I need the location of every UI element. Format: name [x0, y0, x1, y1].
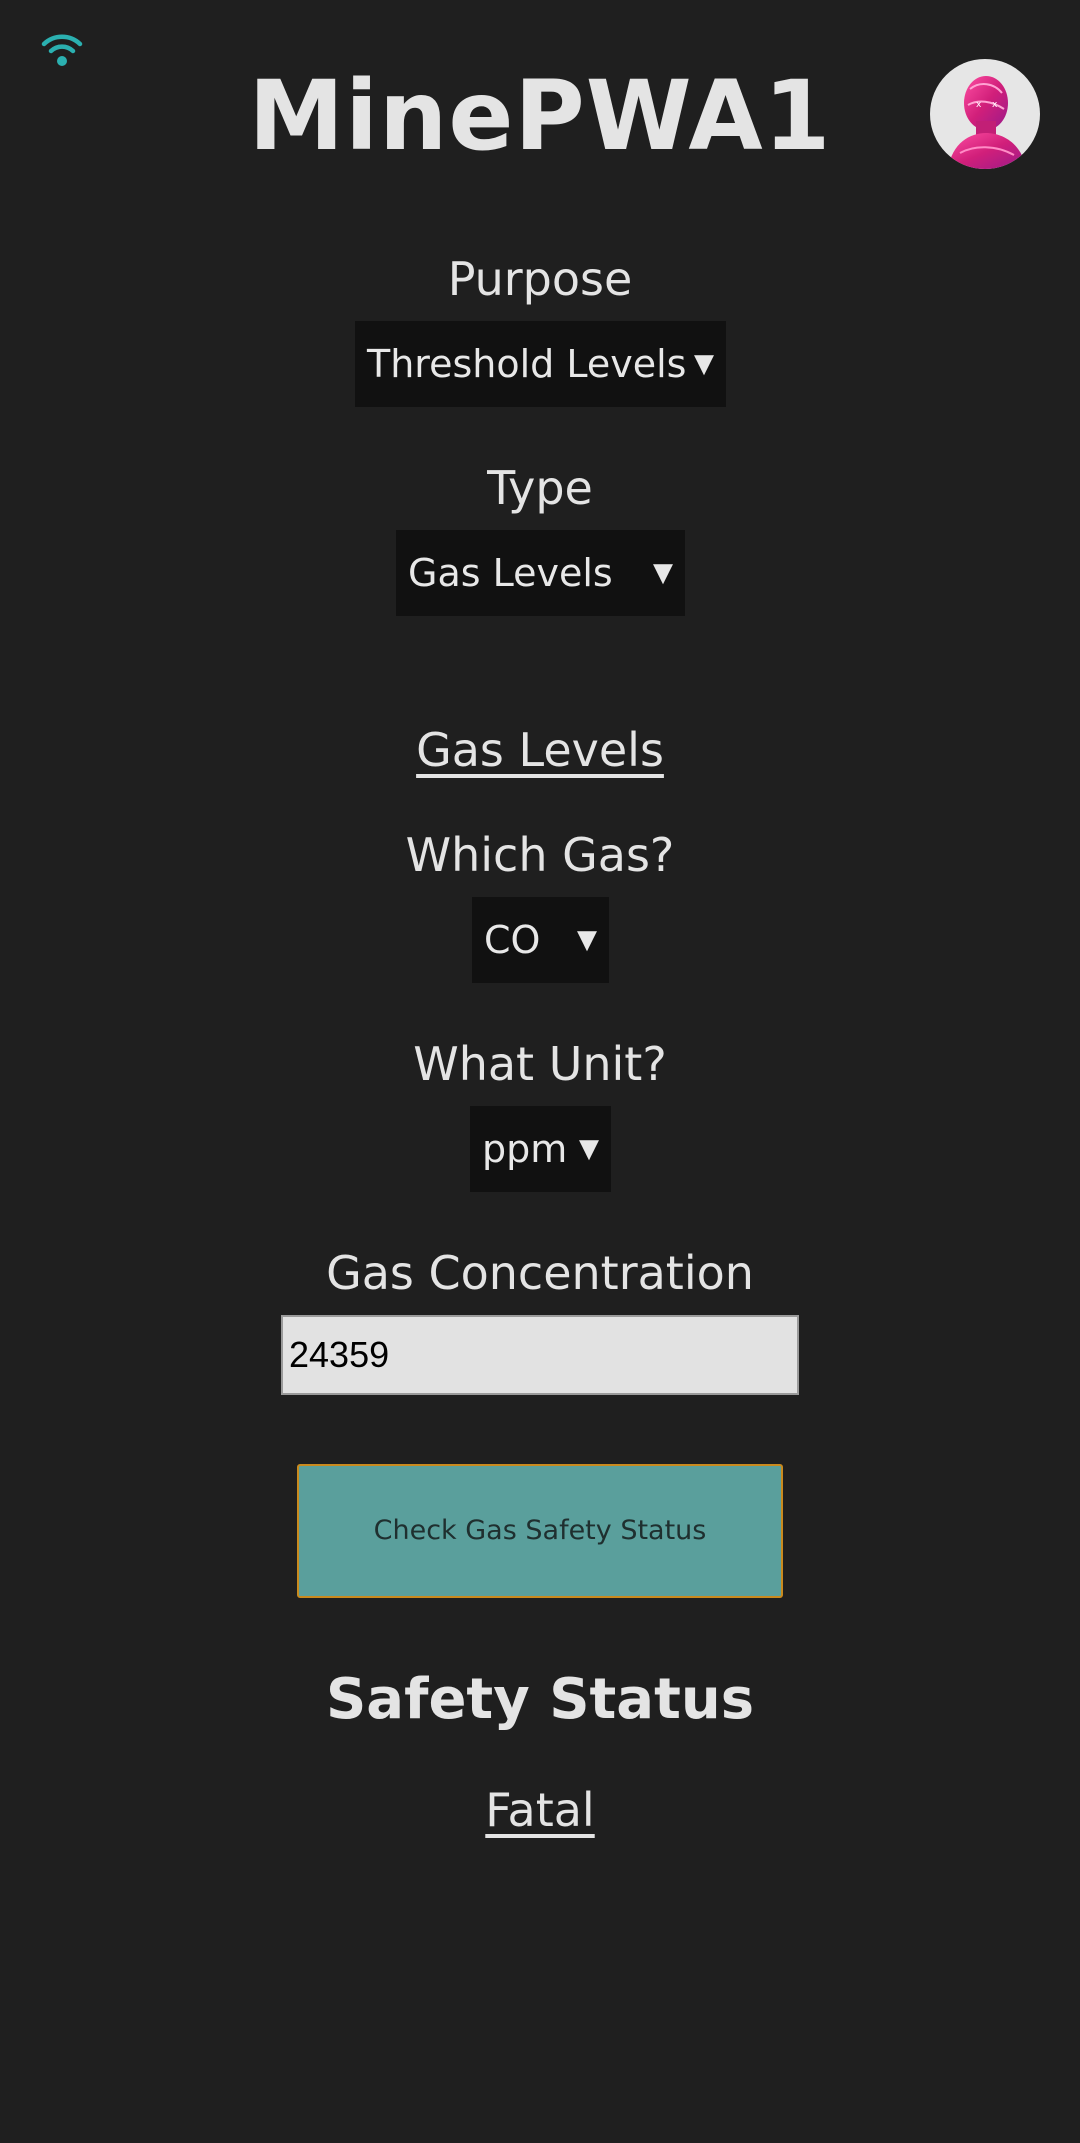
svg-text:x: x: [976, 100, 982, 110]
dropdown-arrow-icon: ▼: [653, 558, 673, 588]
concentration-input[interactable]: [281, 1315, 799, 1395]
unit-select-value: ppm: [482, 1127, 568, 1171]
gas-select[interactable]: CO ▼: [472, 897, 609, 983]
type-label: Type: [487, 461, 593, 515]
dropdown-arrow-icon: ▼: [579, 1134, 599, 1164]
purpose-select-value: Threshold Levels: [367, 342, 687, 386]
dropdown-arrow-icon: ▼: [577, 925, 597, 955]
purpose-select[interactable]: Threshold Levels ▼: [355, 321, 726, 407]
safety-status-title: Safety Status: [325, 1667, 755, 1732]
safety-status-value: Fatal: [485, 1783, 595, 1837]
type-select[interactable]: Gas Levels ▼: [396, 530, 685, 616]
app-title: MinePWA1: [248, 60, 832, 172]
concentration-label: Gas Concentration: [326, 1246, 754, 1300]
check-gas-safety-button[interactable]: Check Gas Safety Status: [297, 1464, 783, 1598]
section-heading: Gas Levels: [416, 723, 664, 777]
gas-label: Which Gas?: [405, 828, 675, 882]
user-avatar[interactable]: x x: [930, 59, 1040, 169]
purpose-label: Purpose: [447, 252, 633, 306]
unit-select[interactable]: ppm ▼: [470, 1106, 611, 1192]
unit-label: What Unit?: [413, 1037, 667, 1091]
dropdown-arrow-icon: ▼: [694, 349, 714, 379]
gas-select-value: CO: [484, 918, 541, 962]
svg-text:x: x: [992, 100, 998, 110]
type-select-value: Gas Levels: [408, 551, 613, 595]
